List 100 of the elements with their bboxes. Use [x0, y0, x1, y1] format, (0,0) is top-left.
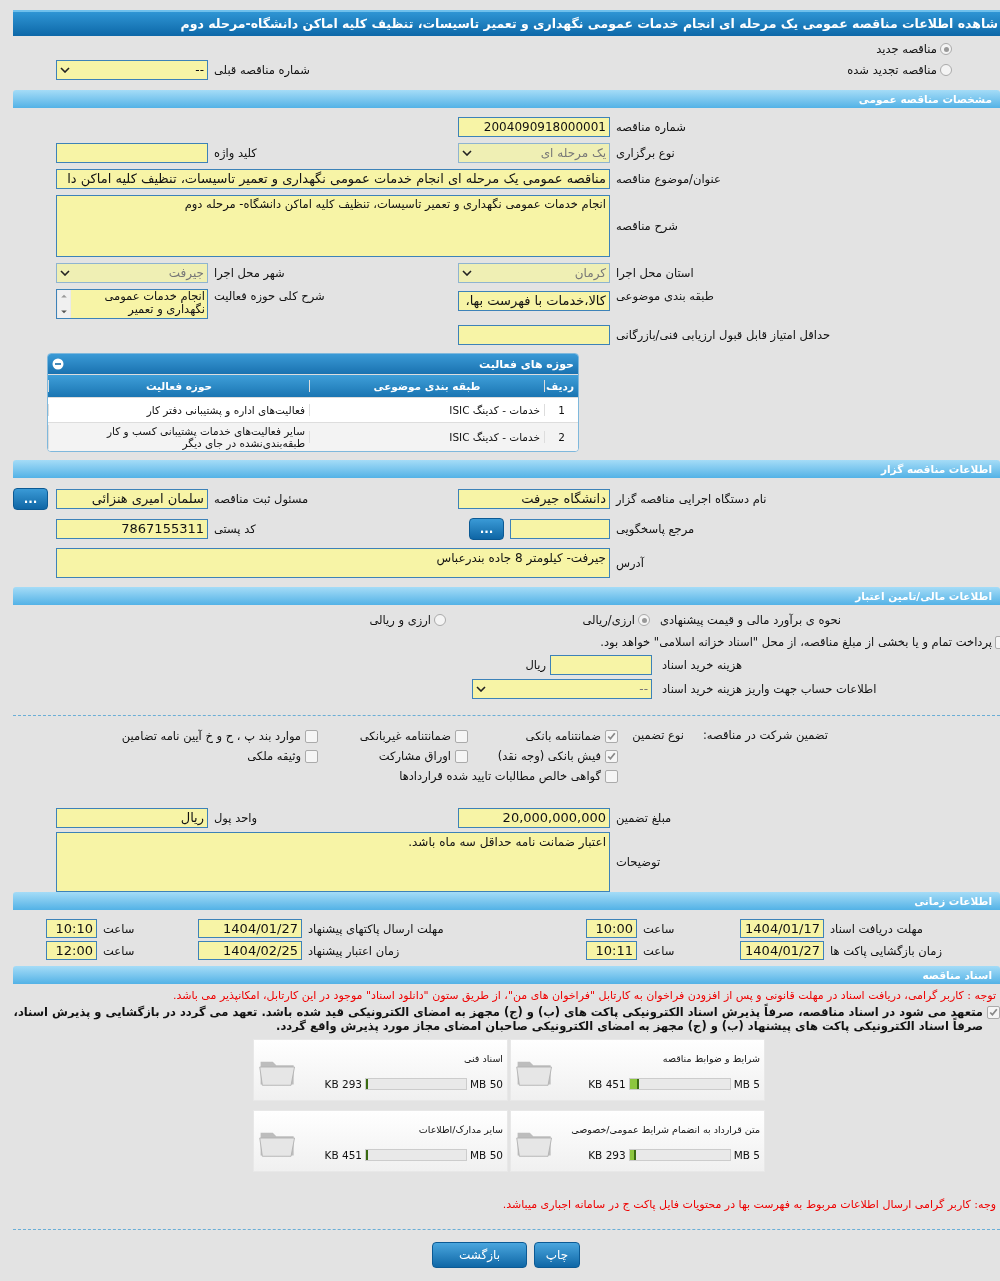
- browse-button[interactable]: ...: [469, 518, 504, 540]
- checkbox[interactable]: [455, 749, 468, 763]
- date-field[interactable]: 1404/01/17: [740, 919, 824, 938]
- checkbox-label: ضمانتنامه غیربانکی: [359, 729, 451, 743]
- time-field[interactable]: 10:10: [46, 919, 97, 938]
- action-button[interactable]: چاپ: [534, 1242, 580, 1268]
- field-label: طبقه بندی موضوعی: [615, 289, 715, 303]
- section-header: اطلاعات مناقصه گزار: [13, 460, 1000, 478]
- field-label: ساعت: [102, 921, 136, 936]
- field-label: مهلت دریافت اسناد: [829, 921, 924, 936]
- field-label: نحوه ی برآورد مالی و قیمت پیشنهادی: [659, 613, 843, 627]
- date-field[interactable]: 1404/01/27: [740, 941, 824, 960]
- notice-text: توجه : کاربر گرامی، دریافت اسناد در مهلت قانونی و پس از افزودن فراخوان به کارتابل "فراخوان های من"، از طریق ستون "دانلود اسناد" موجود در این کارتابل، امکانپذیر می باشد.: [171, 988, 997, 1003]
- size-limit: 5 MB: [733, 1148, 760, 1161]
- document-fee-field[interactable]: [550, 655, 652, 675]
- checkbox[interactable]: [455, 729, 468, 743]
- min-score-field[interactable]: [458, 325, 610, 345]
- time-field[interactable]: 12:00: [46, 941, 97, 960]
- radio-button[interactable]: [940, 43, 952, 55]
- page-title: شاهده اطلاعات مناقصه عمومی یک مرحله ای انجام خدمات عمومی نگهداری و تعمیر تاسیسات، تنظیف کلیه اماکن دانشگاه-مرحله دوم: [13, 10, 1000, 36]
- method-dropdown[interactable]: یک مرحله ای: [458, 143, 610, 163]
- field-label: کلید واژه: [213, 146, 258, 160]
- field-label: شماره مناقصه: [615, 120, 687, 134]
- checkbox-label: پرداخت تمام و یا بخشی از مبلغ مناقصه، از محل "اسناد خزانه اسلامی" خواهد بود.: [600, 635, 992, 649]
- section-header: مشخصات مناقصه عمومی: [13, 90, 1000, 108]
- currency-field[interactable]: ریال: [56, 808, 208, 828]
- time-field[interactable]: 10:11: [586, 941, 637, 960]
- checkbox-label: موارد بند پ ، ح و خ آیین نامه تضامین: [121, 729, 301, 743]
- field-label: نوع تضمین: [631, 728, 684, 742]
- file-size: 293 KB: [324, 1077, 362, 1090]
- file-size: 451 KB: [588, 1077, 626, 1090]
- field-label: زمان بازگشایی پاکت ها: [829, 943, 943, 958]
- agency-field[interactable]: دانشگاه جیرفت: [458, 489, 610, 509]
- field-label: مسئول ثبت مناقصه: [213, 492, 310, 506]
- table-cell: سایر فعالیت‌های خدمات پشتیبانی کسب و کار طبقه‌بندی‌نشده در جای دیگر: [48, 425, 309, 449]
- radio-label: مناقصه تجدید شده: [847, 63, 937, 77]
- subject-field[interactable]: مناقصه عمومی یک مرحله ای انجام خدمات عمومی نگهداری و تعمیر تاسیسات، تنظیف کلیه اماکن دا: [56, 169, 610, 189]
- registrar-field[interactable]: سلمان امیری هنزائی: [56, 489, 208, 509]
- commitment-text: متعهد می شود در اسناد مناقصه، صرفاً پذیرش اسناد الکترونیکی پاکت های (ب) و (ج) مجهز به امضای الکترونیکی قید شده باشد. تعهد می گردد در بازگشایی و پذیرش اسناد، صرفاً اسناد الکترونیکی پاکت های پیشنهاد (ب) و (ج) مجهز به امضای الکترونیکی صاحبان امضای مجاز مورد پذیرش واقع گردد.: [13, 1005, 983, 1033]
- checkbox[interactable]: [305, 729, 318, 743]
- caret-icon: [60, 270, 70, 276]
- city-dropdown[interactable]: جیرفت: [56, 263, 208, 283]
- checkbox[interactable]: [605, 729, 618, 743]
- checkbox[interactable]: [605, 769, 618, 783]
- amount-field[interactable]: 20,000,000,000: [458, 808, 610, 828]
- radio-button[interactable]: [638, 614, 650, 626]
- field-label: هزینه خرید اسناد: [661, 658, 744, 672]
- date-field[interactable]: 1404/01/27: [198, 919, 302, 938]
- date-field[interactable]: 1404/02/25: [198, 941, 302, 960]
- keyword-field[interactable]: [56, 143, 208, 163]
- address-field[interactable]: جیرفت- کیلومتر 8 جاده بندرعباس: [56, 548, 610, 578]
- reference-field[interactable]: [510, 519, 610, 539]
- field-label: توضیحات: [615, 855, 662, 869]
- province-dropdown[interactable]: کرمان: [458, 263, 610, 283]
- postal-code-field[interactable]: 7867155311: [56, 519, 208, 539]
- field-label: عنوان/موضوع مناقصه: [615, 172, 722, 186]
- column-header: طبقه بندی موضوعی: [309, 380, 544, 392]
- checkbox[interactable]: [987, 1006, 1000, 1019]
- notes-field[interactable]: اعتبار ضمانت نامه حداقل سه ماه باشد.: [56, 832, 610, 892]
- table-cell: فعالیت‌های اداره و پشتیبانی دفتر کار: [48, 404, 309, 416]
- checkbox-label: گواهی خالص مطالبات تایید شده قراردادها: [399, 769, 601, 783]
- table-title: حوزه های فعالیت: [479, 357, 574, 371]
- field-label: کد پستی: [213, 522, 257, 536]
- field-label: اطلاعات حساب جهت واریز هزینه خرید اسناد: [661, 682, 878, 696]
- checkbox[interactable]: [605, 749, 618, 763]
- previous-number-dropdown[interactable]: --: [56, 60, 208, 80]
- collapse-icon[interactable]: [52, 358, 64, 370]
- field-label: شرح کلی حوزه فعالیت: [213, 289, 326, 303]
- size-limit: 50 MB: [470, 1148, 503, 1161]
- category-field[interactable]: کالا،خدمات با فهرست بها،: [458, 291, 610, 311]
- field-label: نام دستگاه اجرایی مناقصه گزار: [614, 492, 768, 506]
- file-name: متن قرارداد به انضمام شرایط عمومی/خصوصی: [570, 1123, 760, 1135]
- file-size: 451 KB: [324, 1148, 362, 1161]
- description-field[interactable]: انجام خدمات عمومی نگهداری و تعمیر تاسیسات، تنظیف کلیه اماکن دانشگاه- مرحله دوم: [56, 195, 610, 257]
- browse-button[interactable]: ...: [13, 488, 48, 510]
- table-cell: خدمات - کدینگ ISIC: [309, 404, 544, 416]
- size-limit: 50 MB: [470, 1077, 503, 1090]
- field-label: استان محل اجرا: [615, 266, 695, 280]
- radio-button[interactable]: [940, 64, 952, 76]
- caret-icon: [462, 150, 472, 156]
- table-cell: خدمات - کدینگ ISIC: [309, 431, 544, 443]
- caret-icon: [462, 270, 472, 276]
- time-field[interactable]: 10:00: [586, 919, 637, 938]
- column-header: حوزه فعالیت: [48, 380, 309, 392]
- field-label: حداقل امتیاز قابل قبول ارزیابی فنی/بازرگانی: [615, 328, 832, 342]
- radio-button[interactable]: [434, 614, 446, 626]
- tender-number-field[interactable]: 2004090918000001: [458, 117, 610, 137]
- field-label: ساعت: [642, 943, 676, 958]
- section-header: اطلاعات مالی/تامین اعتبار: [13, 587, 1000, 605]
- file-name: سایر مدارک/اطلاعات: [417, 1123, 503, 1135]
- file-name: شرایط و ضوابط مناقصه: [661, 1052, 760, 1064]
- radio-label: ارزی/ریالی: [582, 613, 635, 627]
- field-label: شهر محل اجرا: [213, 266, 286, 280]
- field-label: شرح مناقصه: [615, 219, 679, 233]
- checkbox-label: اوراق مشارکت: [378, 749, 451, 763]
- checkbox[interactable]: [305, 749, 318, 763]
- action-button[interactable]: بازگشت: [432, 1242, 527, 1268]
- account-dropdown[interactable]: --: [472, 679, 652, 699]
- field-label: ساعت: [642, 921, 676, 936]
- checkbox-label: وثیقه ملکی: [247, 749, 301, 763]
